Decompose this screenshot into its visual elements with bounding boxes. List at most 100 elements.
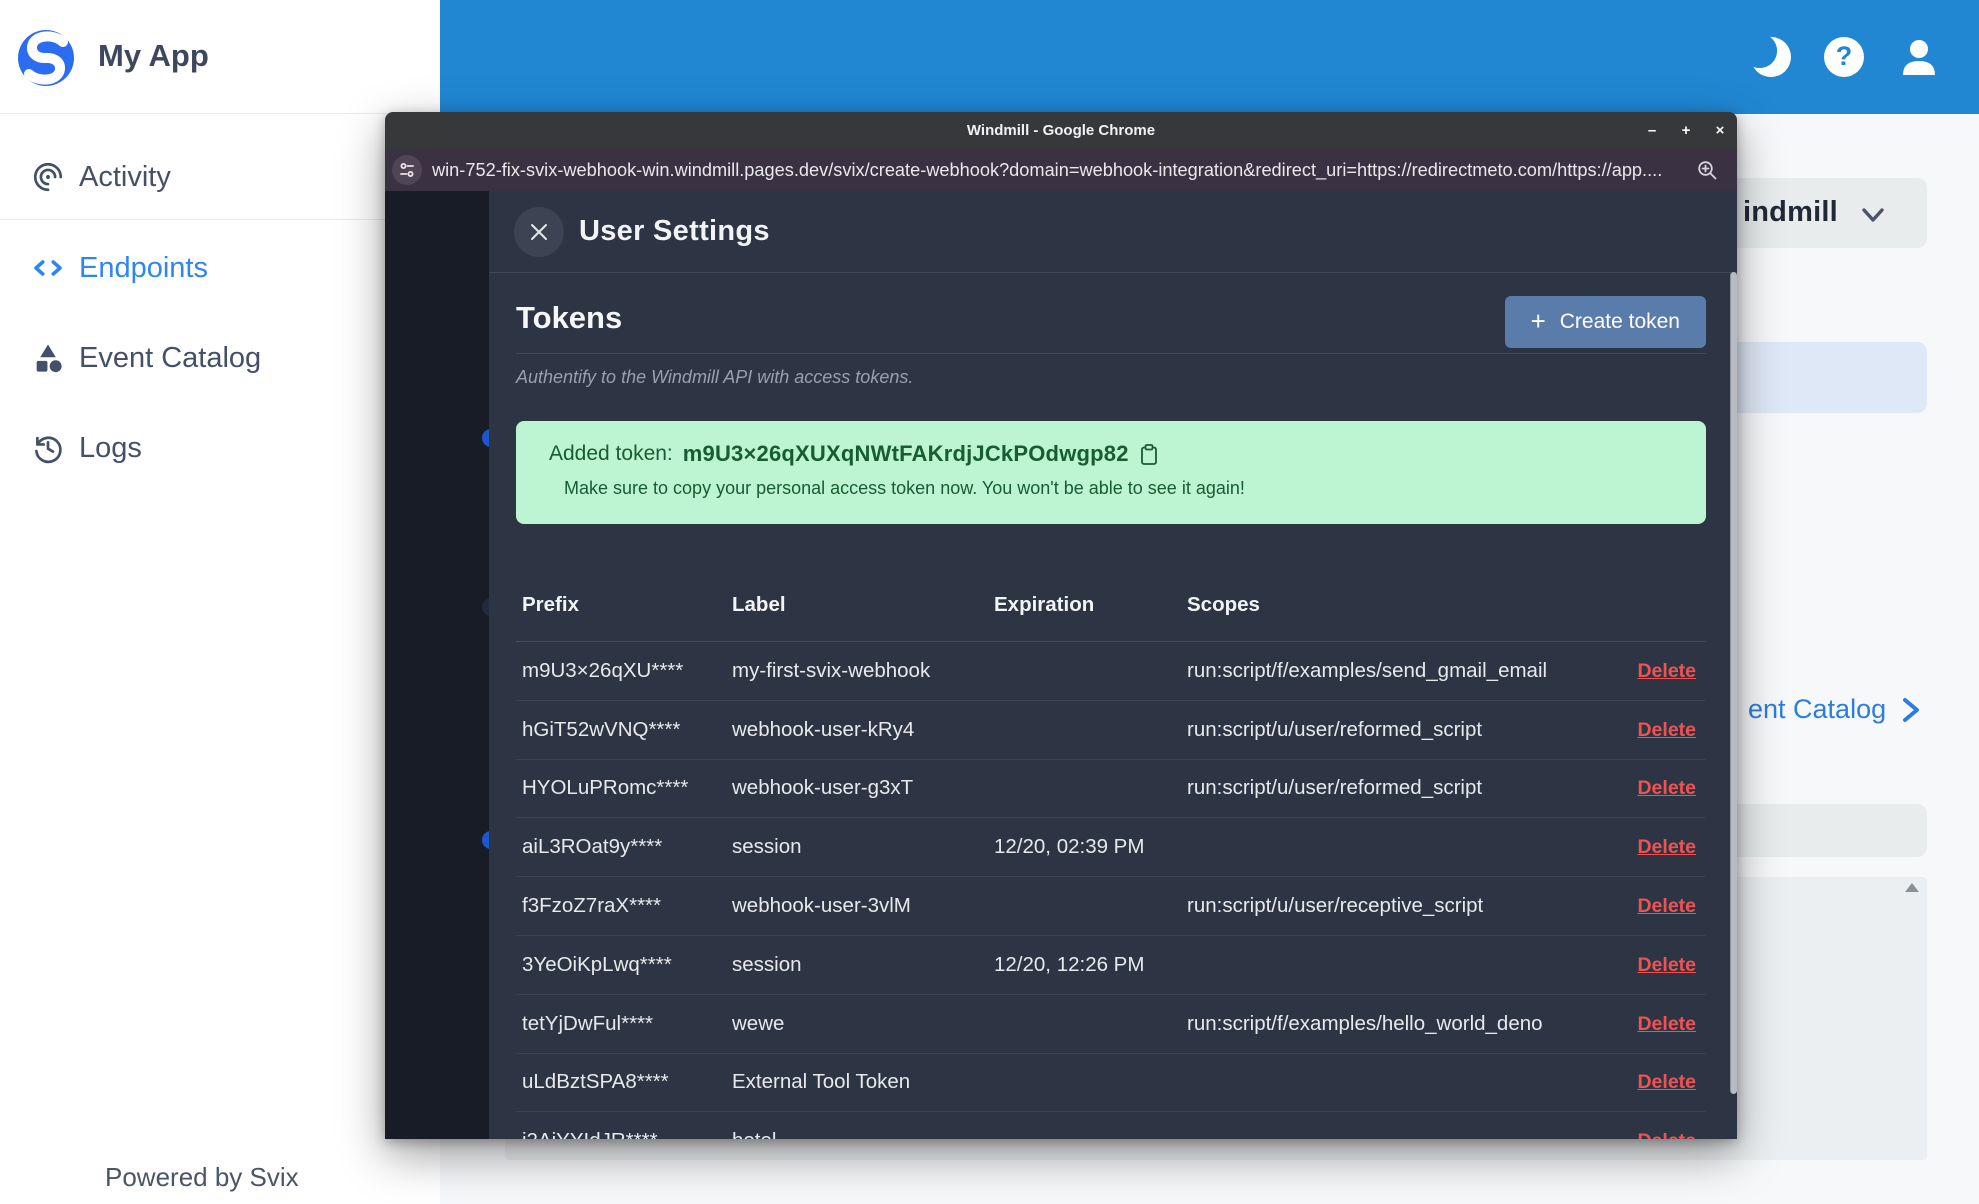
token-label: webhook-user-3vlM [732, 894, 911, 918]
token-prefix: m9U3×26qXU**** [522, 658, 684, 682]
token-prefix: f3FzoZ7raX**** [522, 894, 662, 918]
browser-urlbar[interactable]: win-752-fix-svix-webhook-win.windmill.pa… [385, 149, 1737, 191]
user-settings-drawer: User Settings Tokens + Create token Auth… [489, 191, 1737, 1139]
token-scopes: run:script/u/user/receptive_script [1187, 894, 1484, 918]
plus-icon: + [1530, 305, 1546, 336]
tokens-table-rows: m9U3×26qXU**** my-first-svix-webhook run:s… [516, 642, 1706, 1139]
zoom-icon[interactable] [1697, 160, 1718, 181]
app-topbar: ? [440, 0, 1979, 114]
site-settings-button[interactable] [392, 155, 422, 185]
token-row: aiL3ROat9y**** session 12/20, 02:39 PM Dele… [516, 818, 1706, 878]
browser-page: User Settings Tokens + Create token Auth… [385, 191, 1737, 1139]
token-expiration: 12/20, 12:26 PM [994, 952, 1145, 976]
token-prefix: uLdBztSPA8**** [522, 1070, 669, 1094]
sidebar-item-label: Endpoints [79, 251, 208, 284]
close-drawer-button[interactable] [514, 206, 564, 257]
tokens-section-title: Tokens [516, 300, 623, 335]
scroll-up-arrow-icon[interactable] [1905, 883, 1919, 892]
sidebar-item-logs[interactable]: Logs [0, 403, 440, 493]
token-label: my-first-svix-webhook [732, 658, 931, 682]
page-behind-overlay [385, 191, 489, 1139]
token-label: webhook-user-g3xT [732, 776, 914, 800]
token-label: webhook-user-kRy4 [732, 717, 915, 741]
svg-text:?: ? [1836, 41, 1853, 71]
browser-window: Windmill - Google Chrome – + × win-752-f… [385, 112, 1737, 1139]
token-scopes: run:script/f/examples/send_gmail_email [1187, 658, 1548, 682]
hidden-button-peek [482, 598, 489, 616]
event-catalog-link[interactable]: ent Catalog [1748, 694, 1922, 725]
url-address[interactable]: win-752-fix-svix-webhook-win.windmill.pa… [432, 149, 1682, 191]
hidden-button-peek [482, 429, 489, 447]
alert-message: Make sure to copy your personal access t… [564, 478, 1245, 498]
token-prefix: aiL3ROat9y**** [522, 835, 663, 859]
drawer-header: User Settings [489, 191, 1737, 273]
tune-icon [400, 163, 414, 177]
browser-titlebar[interactable]: Windmill - Google Chrome – + × [385, 112, 1737, 149]
delete-token-link[interactable]: Delete [1637, 954, 1696, 976]
token-scopes: run:script/f/examples/hello_world_deno [1187, 1011, 1543, 1035]
dark-mode-toggle[interactable] [1747, 34, 1791, 79]
tokens-table-header: Prefix Label Expiration Scopes [516, 524, 1706, 642]
delete-token-link[interactable]: Delete [1637, 719, 1696, 741]
chevron-right-icon [1903, 697, 1920, 722]
maximize-button[interactable]: + [1669, 112, 1703, 149]
window-title: Windmill - Google Chrome [966, 122, 1156, 139]
tokens-table: Prefix Label Expiration Scopes m9U3×26qX… [516, 524, 1706, 1139]
token-scopes: run:script/u/user/reformed_script [1187, 717, 1483, 741]
token-row: m9U3×26qXU**** my-first-svix-webhook run:s… [516, 642, 1706, 701]
sidebar-item-endpoints[interactable]: Endpoints [0, 223, 440, 313]
alert-label: Added token: [549, 442, 673, 465]
moon-icon [1747, 34, 1791, 78]
create-token-label: Create token [1559, 310, 1680, 333]
chevron-down-icon [1862, 208, 1884, 222]
token-scopes: run:script/u/user/reformed_script [1187, 776, 1483, 800]
endpoints-icon [30, 250, 66, 286]
sidebar-divider [0, 219, 440, 220]
token-prefix: tetYjDwFul**** [522, 1011, 654, 1035]
token-label: session [732, 835, 802, 859]
token-row: hGiT52wVNQ**** webhook-user-kRy4 run:scrip… [516, 701, 1706, 760]
delete-token-link[interactable]: Delete [1637, 1130, 1696, 1139]
token-prefix: HYOLuPRomc**** [522, 776, 689, 800]
alert-token-value: m9U3×26qXUXqNWtFAKrdjJCkPOdwgp82 [682, 441, 1129, 466]
create-token-button[interactable]: + Create token [1504, 296, 1706, 348]
sidebar: My App Activity Endpoints Event Catalog … [0, 0, 440, 1204]
drawer-title: User Settings [579, 215, 770, 247]
minimize-button[interactable]: – [1635, 112, 1669, 149]
delete-token-link[interactable]: Delete [1637, 836, 1696, 858]
activity-icon [30, 159, 66, 195]
hidden-button-peek [482, 831, 489, 849]
delete-token-link[interactable]: Delete [1637, 1071, 1696, 1093]
delete-token-link[interactable]: Delete [1637, 895, 1696, 917]
user-profile-button[interactable] [1897, 35, 1941, 79]
header-prefix: Prefix [522, 593, 579, 616]
logs-icon [30, 430, 66, 466]
header-expiration: Expiration [994, 593, 1095, 616]
question-mark-icon: ? [1824, 37, 1864, 77]
close-window-button[interactable]: × [1703, 112, 1737, 149]
help-button[interactable]: ? [1822, 35, 1866, 79]
drawer-scrollbar[interactable] [1730, 272, 1737, 1094]
delete-token-link[interactable]: Delete [1637, 777, 1696, 799]
header-scopes: Scopes [1187, 593, 1260, 616]
sidebar-item-label: Activity [79, 160, 171, 193]
token-label: session [732, 952, 802, 976]
delete-token-link[interactable]: Delete [1637, 660, 1696, 682]
powered-by-svix: Powered by Svix [105, 1162, 299, 1192]
token-row: uLdBztSPA8**** External Tool Token Delete [516, 1054, 1706, 1113]
event-catalog-link-label: ent Catalog [1748, 694, 1887, 724]
token-label: External Tool Token [732, 1070, 911, 1094]
person-icon [1903, 40, 1935, 75]
sidebar-item-label: Logs [79, 431, 142, 464]
sidebar-item-event-catalog[interactable]: Event Catalog [0, 313, 440, 403]
close-icon [531, 223, 547, 240]
copy-clipboard-icon[interactable] [1139, 443, 1160, 466]
token-prefix: 3YeOiKpLwq**** [522, 952, 672, 976]
sidebar-item-activity[interactable]: Activity [0, 132, 440, 222]
token-row: 3YeOiKpLwq**** session 12/20, 12:26 PM Dele… [516, 936, 1706, 995]
delete-token-link[interactable]: Delete [1637, 1013, 1696, 1035]
token-label: hotel [732, 1129, 994, 1139]
event-catalog-icon [30, 340, 66, 376]
token-prefix: i2AiYYIdJR**** [516, 1129, 732, 1139]
token-row: tetYjDwFul**** wewe run:script/f/examples/… [516, 995, 1706, 1054]
